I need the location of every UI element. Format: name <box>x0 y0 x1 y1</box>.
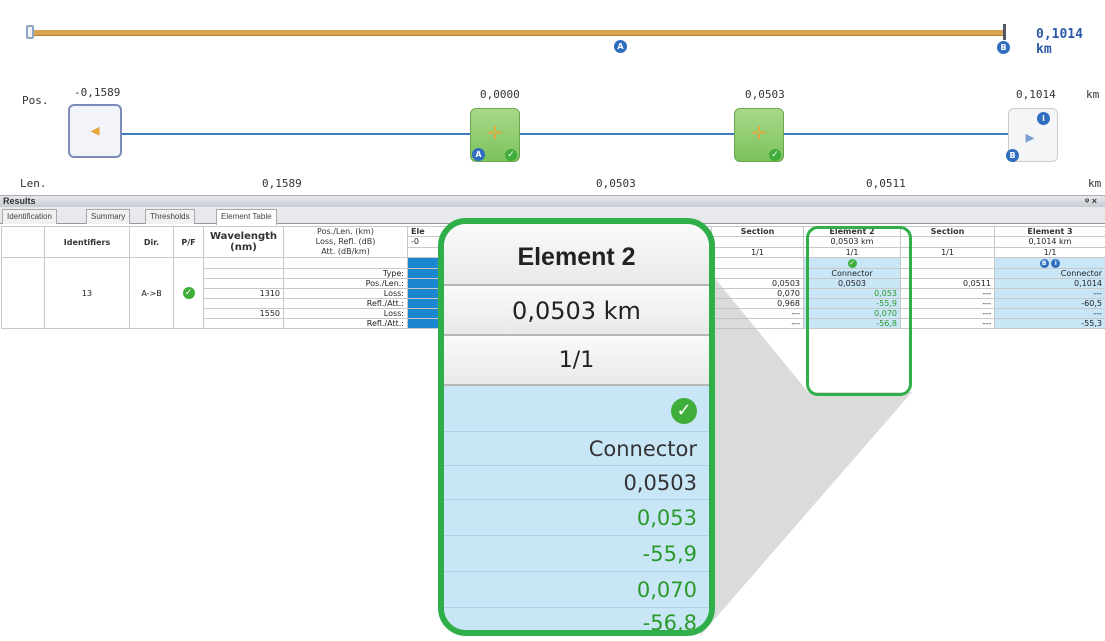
callout-status-row: ✓ <box>444 386 709 432</box>
callout-position: 0,0503 km <box>444 286 709 336</box>
callout-pos: 0,0503 <box>444 466 709 500</box>
callout-title: Element 2 <box>444 224 709 286</box>
callout-type: Connector <box>444 432 709 466</box>
callout-ratio: 1/1 <box>444 336 709 386</box>
element-2-callout: Element 2 0,0503 km 1/1 ✓ Connector 0,05… <box>438 218 715 636</box>
callout-refl-1550: -56,8 <box>444 608 709 630</box>
callout-loss-1550: 0,070 <box>444 572 709 608</box>
element-2-highlight <box>806 226 912 396</box>
callout-refl-1310: -55,9 <box>444 536 709 572</box>
pass-check-icon: ✓ <box>671 398 697 424</box>
callout-loss-1310: 0,053 <box>444 500 709 536</box>
